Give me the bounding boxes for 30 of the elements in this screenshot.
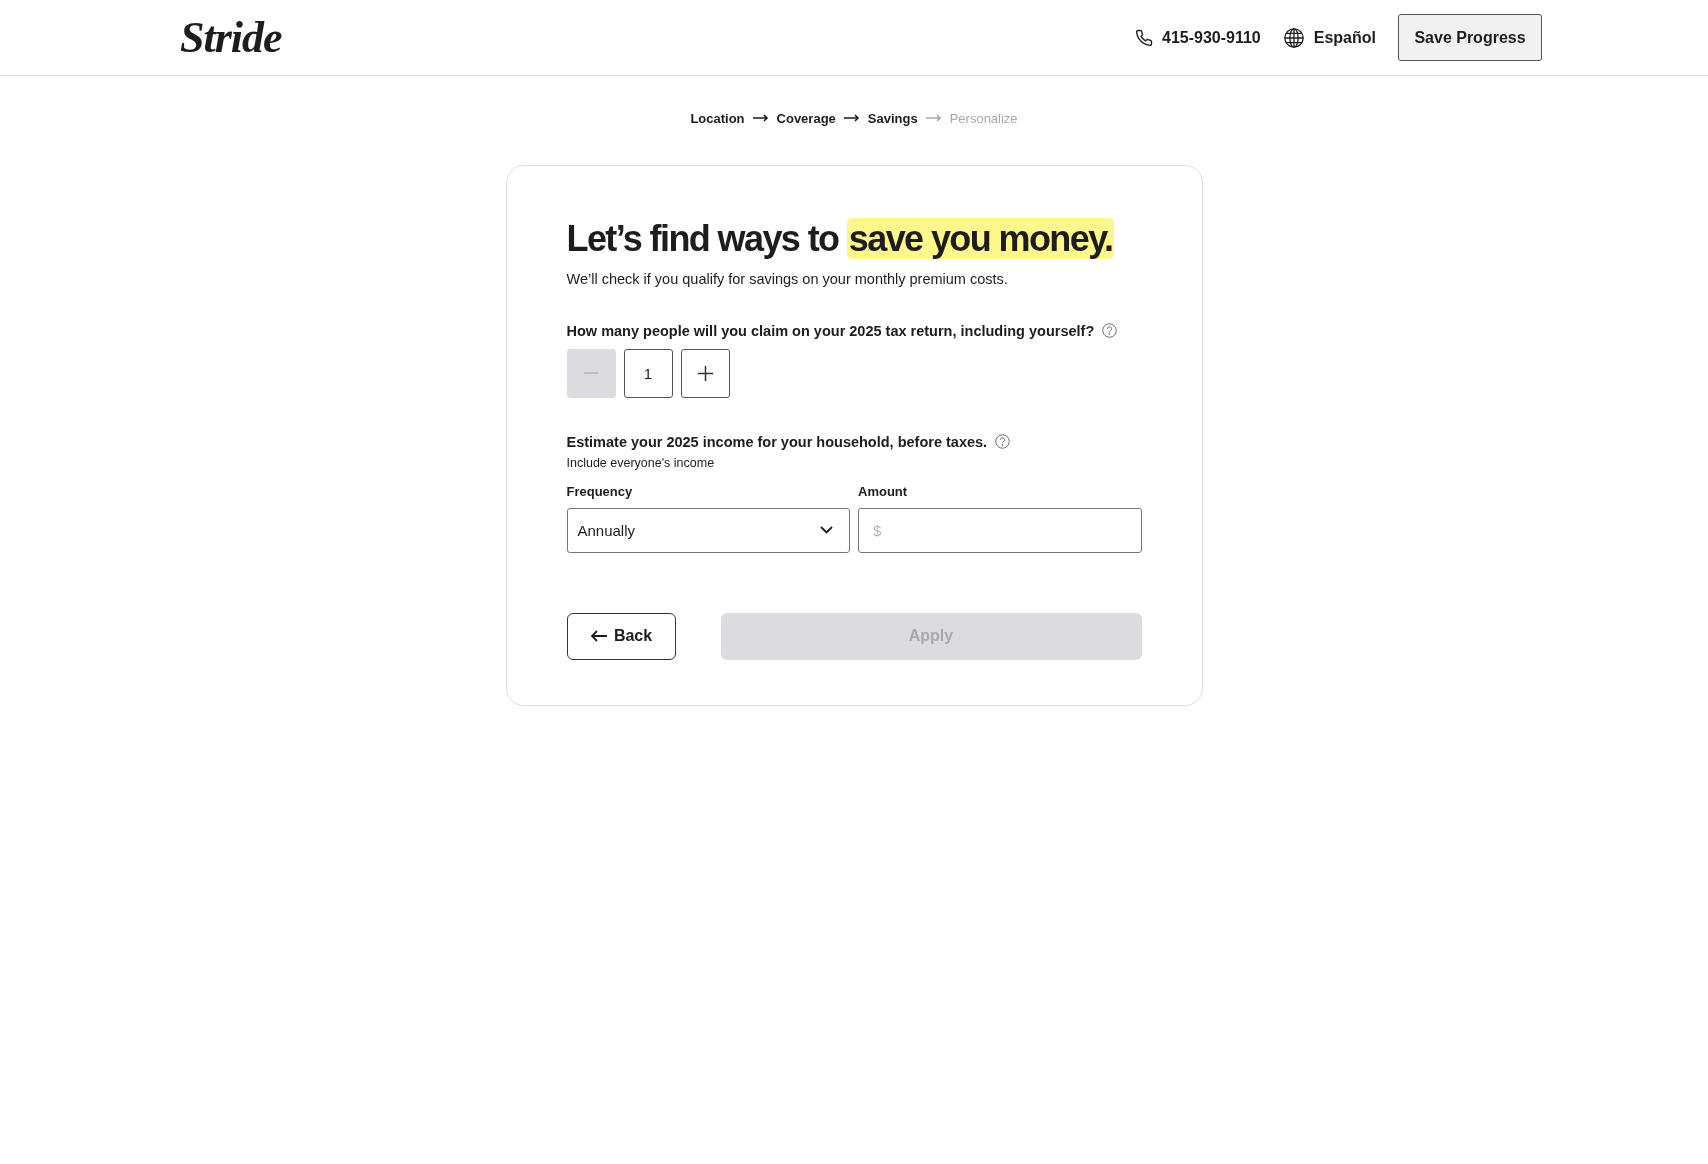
phone-link[interactable]: 415-930-9110 — [1135, 28, 1261, 47]
subtitle: We’ll check if you qualify for savings on your monthly premium costs. — [566, 270, 1009, 287]
arrow-left-icon — [589, 630, 607, 643]
field-label: Frequency — [566, 483, 634, 499]
page-heading: Let’s find ways to save you money. — [566, 217, 1116, 261]
arrow-icon — [843, 114, 860, 122]
hint-text: Include everyone's income — [566, 455, 716, 470]
arrow-icon — [925, 114, 942, 122]
count-field[interactable]: 1 — [623, 348, 673, 398]
help-icon[interactable] — [995, 434, 1011, 450]
back-button[interactable]: Back — [566, 612, 676, 660]
language-link[interactable]: Español — [1282, 26, 1376, 49]
amount-field[interactable]: $ — [858, 507, 1142, 553]
step-label: Savings — [867, 110, 918, 126]
increment-button[interactable] — [680, 348, 730, 398]
step-label: Coverage — [776, 110, 836, 126]
field-label: Amount — [858, 483, 909, 499]
arrow-icon — [752, 114, 769, 122]
stride-logo[interactable]: Stride — [180, 12, 282, 63]
chevron-down-icon — [820, 526, 833, 535]
frequency-select[interactable]: Annually — [566, 507, 850, 553]
help-icon[interactable] — [1102, 323, 1118, 339]
question-label: How many people will you claim on your 2025 tax return, including yourself? — [566, 322, 1095, 339]
plus-icon — [697, 365, 713, 381]
step-label: Location — [690, 110, 745, 126]
globe-icon — [1282, 26, 1305, 49]
step-label: Personalize — [949, 110, 1018, 126]
question-label: Estimate your 2025 income for your household, before taxes. — [566, 433, 988, 450]
save-progress-button[interactable]: Save Progress — [1398, 14, 1542, 61]
phone-icon — [1135, 28, 1153, 47]
